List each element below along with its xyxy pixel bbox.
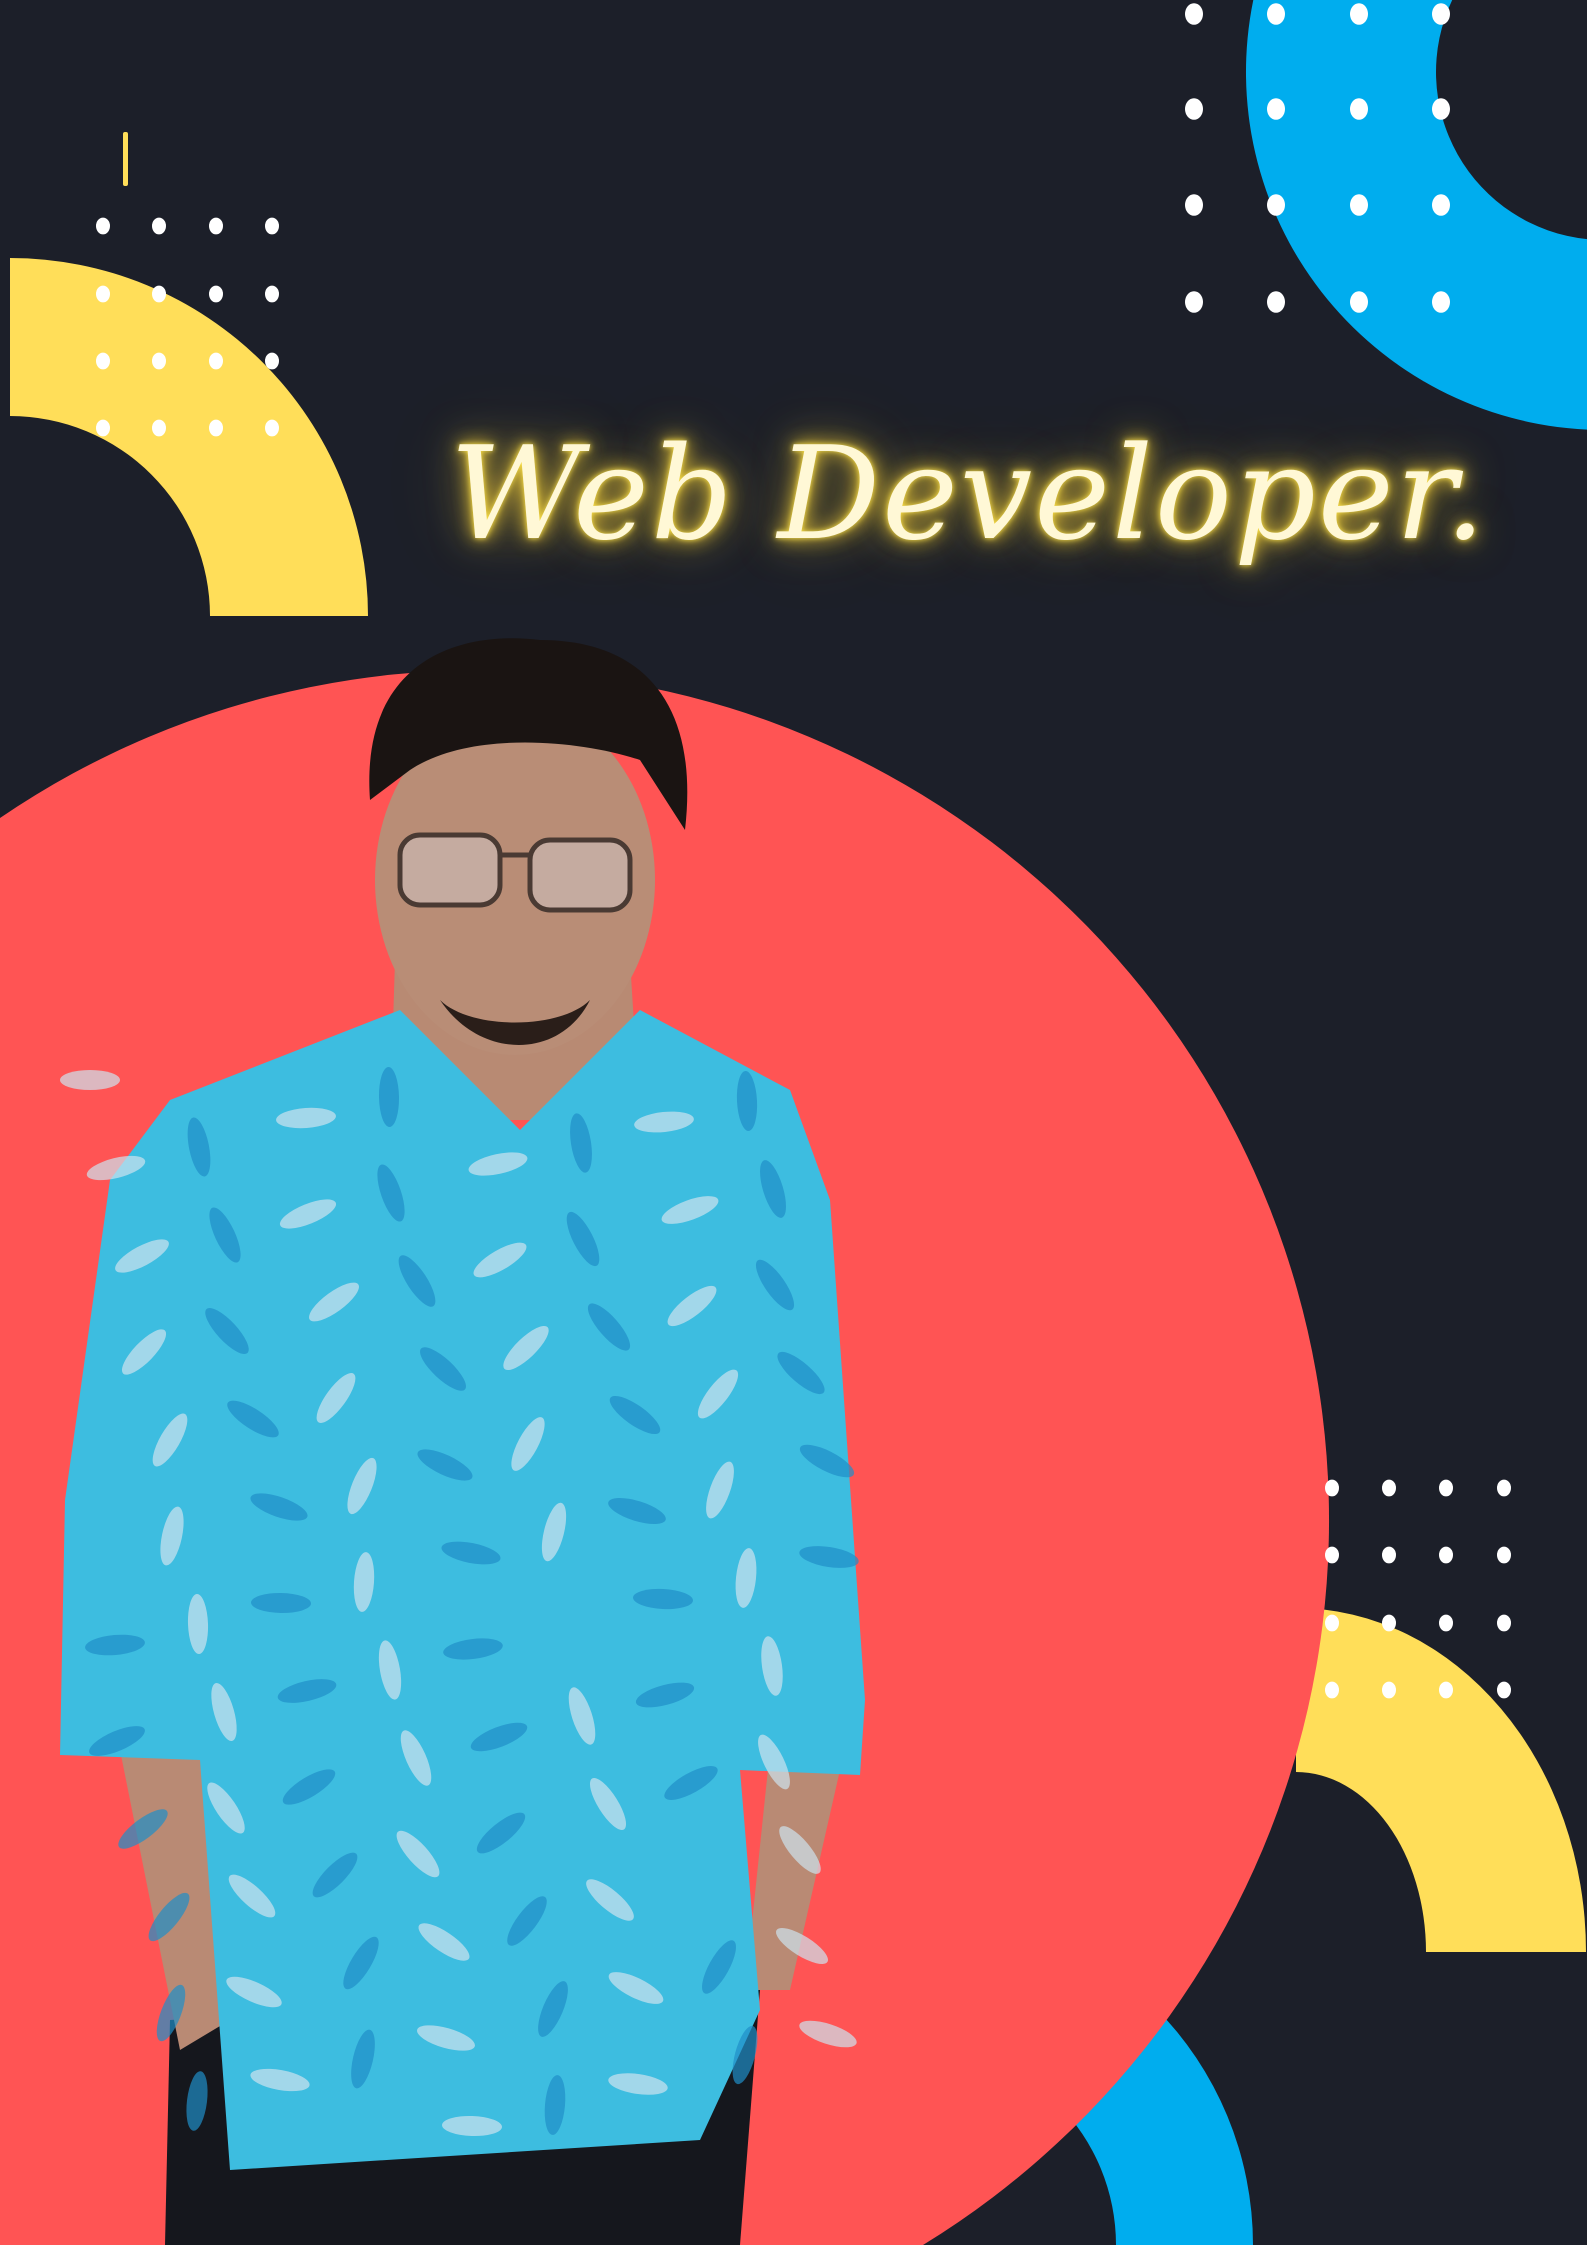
dot: [1439, 1479, 1453, 1497]
dot: [1325, 1546, 1339, 1564]
dot: [96, 217, 110, 235]
dot: [209, 419, 223, 437]
pattern-leaf: [60, 1070, 120, 1090]
dot: [1267, 194, 1285, 216]
dot: [265, 217, 279, 235]
headline-neon-text: Web Developer.: [450, 420, 1488, 569]
dot: [152, 352, 166, 370]
yellow-arc-top-left: [10, 258, 368, 616]
dot: [1432, 194, 1450, 216]
dot: [1439, 1614, 1453, 1632]
dot: [1185, 291, 1203, 313]
dot: [1497, 1681, 1511, 1699]
dot: [209, 217, 223, 235]
dot: [152, 419, 166, 437]
dot: [1439, 1681, 1453, 1699]
yellow-line: [123, 132, 128, 186]
dot: [1382, 1546, 1396, 1564]
dot: [152, 285, 166, 303]
dot: [265, 285, 279, 303]
dot: [1325, 1614, 1339, 1632]
dot: [265, 419, 279, 437]
dot: [96, 419, 110, 437]
dot: [1382, 1479, 1396, 1497]
poster: Web Developer.: [0, 0, 1587, 2245]
dot: [1325, 1681, 1339, 1699]
dot: [1432, 291, 1450, 313]
dot: [1497, 1479, 1511, 1497]
dot: [1382, 1681, 1396, 1699]
background-graphics: [0, 0, 1587, 2245]
dot: [1350, 194, 1368, 216]
dot: [1325, 1479, 1339, 1497]
dot: [1350, 3, 1368, 25]
dot: [1350, 98, 1368, 120]
dot: [1350, 291, 1368, 313]
dot: [1432, 98, 1450, 120]
dot: [1497, 1614, 1511, 1632]
dot: [209, 352, 223, 370]
dot: [265, 352, 279, 370]
blue-ring-top-right: [1245, 0, 1587, 430]
dot: [209, 285, 223, 303]
dot: [1267, 3, 1285, 25]
dot: [1185, 194, 1203, 216]
dot: [1267, 98, 1285, 120]
yellow-arc-bottom-right: [1296, 1608, 1586, 1952]
dot: [1432, 3, 1450, 25]
dot: [1439, 1546, 1453, 1564]
dot: [1185, 98, 1203, 120]
dot: [1497, 1546, 1511, 1564]
dot: [96, 285, 110, 303]
dot: [1267, 291, 1285, 313]
dot: [152, 217, 166, 235]
dot: [1382, 1614, 1396, 1632]
dot: [1185, 3, 1203, 25]
dot: [96, 352, 110, 370]
